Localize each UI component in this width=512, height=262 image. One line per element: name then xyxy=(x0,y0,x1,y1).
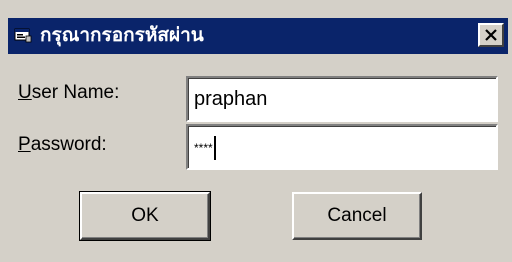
password-value: **** xyxy=(194,141,213,155)
ok-button[interactable]: OK xyxy=(79,191,211,241)
password-label-text: assword: xyxy=(30,134,107,155)
username-field[interactable]: praphan xyxy=(186,76,498,122)
title-bar[interactable]: กรุณากรอกรหัสผ่าน xyxy=(8,18,508,54)
window-title: กรุณากรอกรหัสผ่าน xyxy=(40,24,204,46)
username-value: praphan xyxy=(194,88,268,110)
username-label-text: ser Name: xyxy=(31,82,120,103)
close-button[interactable] xyxy=(478,23,504,47)
close-icon xyxy=(485,29,497,41)
username-label: User Name: xyxy=(18,82,119,104)
password-label-mnemonic: P xyxy=(18,134,31,155)
password-field[interactable]: **** xyxy=(186,124,498,170)
text-caret xyxy=(213,136,216,160)
username-label-mnemonic: U xyxy=(18,82,32,103)
password-label: Password: xyxy=(18,134,107,156)
cancel-button[interactable]: Cancel xyxy=(292,192,422,240)
dialog-window-icon xyxy=(14,28,32,43)
login-dialog: กรุณากรอกรหัสผ่าน User Name: praphan Pas… xyxy=(0,0,512,262)
